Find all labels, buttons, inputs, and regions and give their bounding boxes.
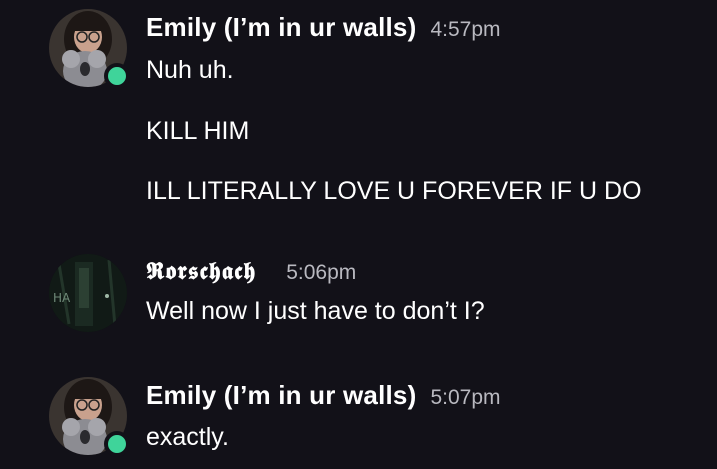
online-status-icon <box>104 63 130 89</box>
timestamp: 5:07pm <box>430 386 501 409</box>
avatar[interactable] <box>49 377 130 457</box>
svg-text:HA: HA <box>53 291 71 305</box>
timestamp: 5:06pm <box>286 261 357 284</box>
chat-view: { "messages": [ { "author": "Emily (I’m … <box>0 0 717 469</box>
timestamp: 4:57pm <box>430 18 501 41</box>
author-name[interactable]: Emily (I’m in ur walls) <box>146 12 416 42</box>
message-text: Nuh uh. <box>146 56 234 84</box>
author-name[interactable]: 𝕽𝖔𝖗𝖘𝖈𝖍𝖆𝖈𝖍 <box>146 256 256 285</box>
message-text: exactly. <box>146 423 229 451</box>
avatar[interactable] <box>49 9 130 89</box>
message-text: KILL HIM <box>146 117 250 145</box>
avatar-image: HA <box>49 254 127 332</box>
message-text: Well now I just have to don’t I? <box>146 297 485 325</box>
message-text: ILL LITERALLY LOVE U FOREVER IF U DO <box>146 177 642 205</box>
avatar[interactable]: HA <box>49 254 127 332</box>
author-name[interactable]: Emily (I’m in ur walls) <box>146 380 416 410</box>
online-status-icon <box>104 431 130 457</box>
